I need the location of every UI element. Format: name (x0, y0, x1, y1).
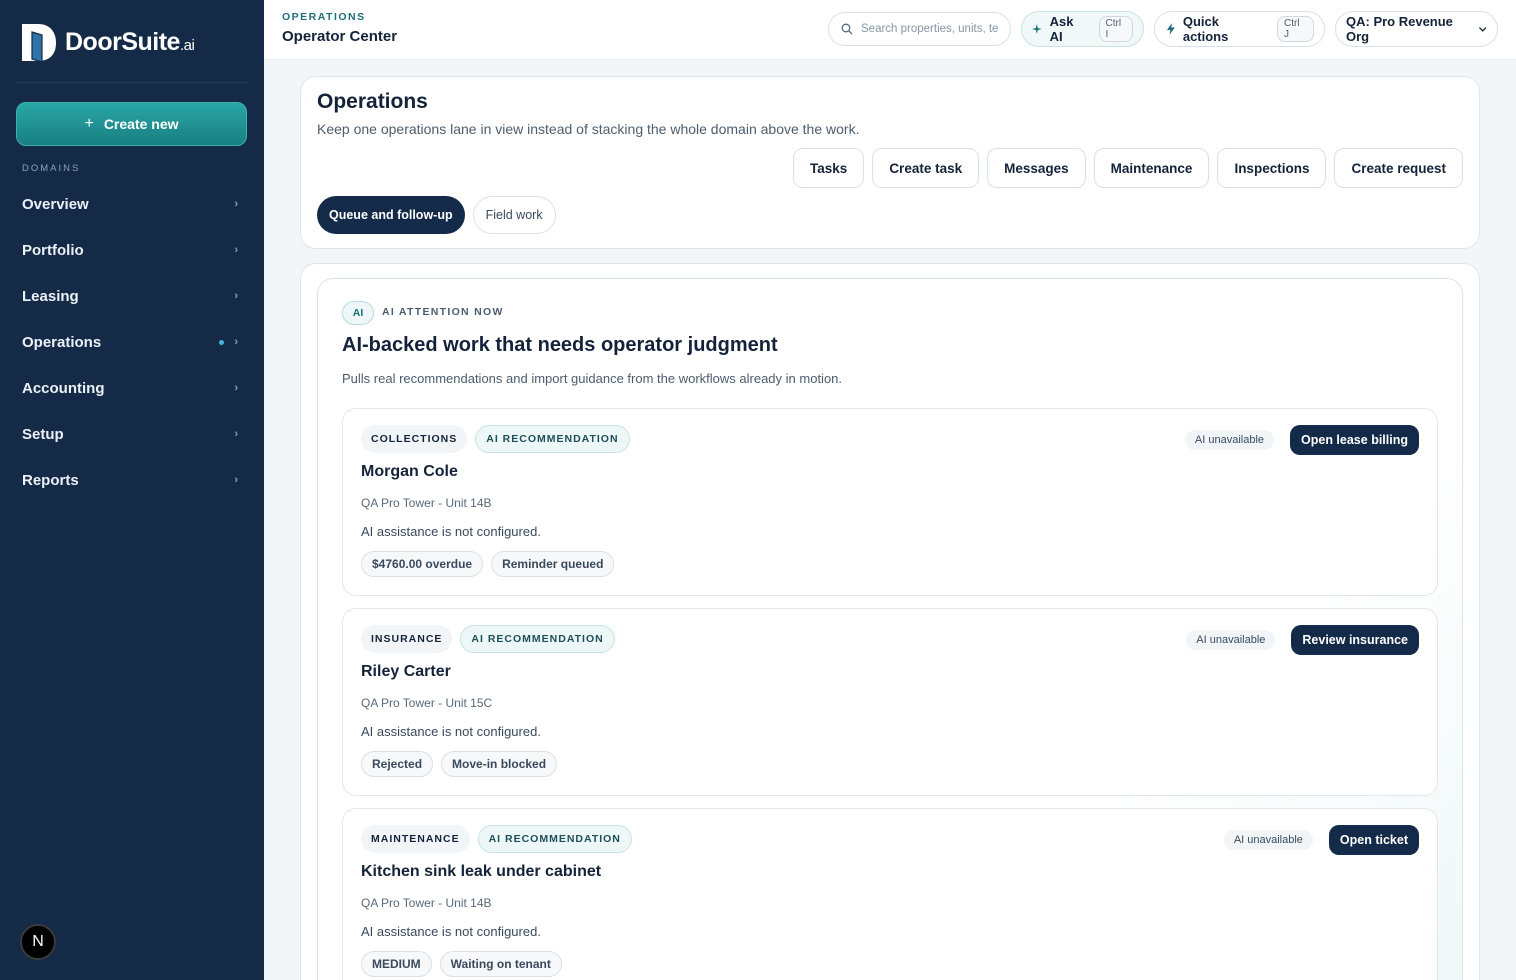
doorsuite-logo-icon (22, 24, 56, 62)
top-header: OPERATIONS Operator Center Ask AI Ctrl I… (264, 0, 1516, 60)
ai-recommendation-tag: AI RECOMMENDATION (477, 825, 632, 853)
ai-status-badge: AI unavailable (1223, 830, 1313, 850)
tasks-button[interactable]: Tasks (793, 148, 865, 188)
active-dot-icon (219, 339, 224, 345)
status-chip: Move-in blocked (441, 751, 558, 777)
operations-actions: Tasks Create task Messages Maintenance I… (793, 148, 1463, 188)
attention-card: AI AI ATTENTION NOW AI-backed work that … (317, 278, 1463, 980)
create-task-button[interactable]: Create task (872, 148, 980, 188)
sidebar-item-portfolio[interactable]: Portfolio › (0, 227, 264, 273)
create-request-button[interactable]: Create request (1334, 148, 1463, 188)
search-box[interactable] (828, 12, 1011, 46)
recommendation-note: AI assistance is not configured. (361, 924, 541, 939)
recommendation-location: QA Pro Tower - Unit 15C (361, 696, 493, 710)
status-chip: Waiting on tenant (439, 951, 562, 977)
attention-section: AI AI ATTENTION NOW AI-backed work that … (300, 263, 1480, 980)
search-input[interactable] (861, 23, 1001, 35)
search-icon (841, 23, 853, 35)
brand-name: DoorSuite.ai (65, 27, 195, 56)
review-insurance-button[interactable]: Review insurance (1291, 625, 1419, 655)
attention-kicker: AI ATTENTION NOW (382, 306, 504, 318)
ai-status-badge: AI unavailable (1184, 430, 1275, 450)
brand-logo[interactable]: DoorSuite.ai (20, 22, 195, 62)
chevron-right-icon: › (234, 382, 238, 394)
operations-title: Operations (317, 90, 428, 113)
domain-nav: Overview › Portfolio › Leasing › Operations… (0, 181, 264, 503)
chevron-right-icon: › (234, 474, 238, 486)
ai-recommendation-tag: AI RECOMMENDATION (475, 425, 630, 453)
recommendation-card: COLLECTIONS AI RECOMMENDATION Morgan Col… (342, 408, 1438, 596)
recommendation-card: MAINTENANCE AI RECOMMENDATION Kitchen si… (342, 808, 1438, 980)
lightning-icon (1166, 23, 1175, 35)
recommendation-title: Riley Carter (361, 663, 451, 680)
ai-recommendation-tag: AI RECOMMENDATION (460, 625, 615, 653)
lane-tabs: Queue and follow-up Field work (317, 196, 556, 234)
sidebar-item-overview[interactable]: Overview › (0, 181, 264, 227)
attention-subtitle: Pulls real recommendations and import gu… (342, 371, 843, 386)
ai-badge: AI (342, 301, 374, 325)
shortcut-hint: Ctrl J (1276, 16, 1314, 42)
recommendation-title: Morgan Cole (361, 463, 458, 480)
sidebar-item-accounting[interactable]: Accounting › (0, 365, 264, 411)
recommendation-location: QA Pro Tower - Unit 14B (361, 896, 492, 910)
domains-label: DOMAINS (22, 163, 81, 174)
page-title: Operator Center (282, 28, 398, 45)
dev-tools-badge[interactable]: N (20, 924, 56, 960)
messages-button[interactable]: Messages (987, 148, 1086, 188)
sidebar-item-setup[interactable]: Setup › (0, 411, 264, 457)
sidebar-divider (16, 82, 248, 83)
category-tag: MAINTENANCE (361, 825, 470, 853)
chevron-right-icon: › (234, 198, 238, 210)
sparkle-icon (1032, 24, 1042, 34)
org-switcher[interactable]: QA: Pro Revenue Org (1335, 11, 1498, 47)
operations-card: Operations Keep one operations lane in v… (300, 76, 1480, 249)
operations-subtitle: Keep one operations lane in view instead… (317, 121, 860, 137)
shortcut-hint: Ctrl I (1098, 16, 1133, 42)
tab-field-work[interactable]: Field work (472, 196, 556, 234)
sidebar-item-operations[interactable]: Operations › (0, 319, 264, 365)
priority-chip: MEDIUM (361, 951, 432, 977)
recommendation-note: AI assistance is not configured. (361, 724, 541, 739)
tab-queue-and-follow-up[interactable]: Queue and follow-up (317, 196, 465, 234)
ai-status-badge: AI unavailable (1186, 630, 1276, 650)
chevron-right-icon: › (234, 290, 238, 302)
chevron-right-icon: › (234, 244, 238, 256)
sidebar-item-leasing[interactable]: Leasing › (0, 273, 264, 319)
open-lease-billing-button[interactable]: Open lease billing (1290, 425, 1419, 455)
category-tag: INSURANCE (361, 625, 453, 653)
recommendation-note: AI assistance is not configured. (361, 524, 541, 539)
plus-icon: + (84, 115, 94, 132)
sidebar: DoorSuite.ai + Create new DOMAINS Overvi… (0, 0, 264, 980)
open-ticket-button[interactable]: Open ticket (1328, 825, 1419, 855)
recommendation-card: INSURANCE AI RECOMMENDATION Riley Carter… (342, 608, 1438, 796)
ask-ai-button[interactable]: Ask AI Ctrl I (1021, 11, 1144, 47)
recommendation-title: Kitchen sink leak under cabinet (361, 863, 602, 880)
status-chip: Reminder queued (491, 551, 615, 577)
maintenance-button[interactable]: Maintenance (1093, 148, 1210, 188)
chevron-right-icon: › (234, 428, 238, 440)
sidebar-item-reports[interactable]: Reports › (0, 457, 264, 503)
inspections-button[interactable]: Inspections (1217, 148, 1327, 188)
chevron-right-icon: › (234, 336, 238, 348)
create-new-button[interactable]: + Create new (16, 102, 247, 146)
recommendation-location: QA Pro Tower - Unit 14B (361, 496, 492, 510)
status-chip: $4760.00 overdue (361, 551, 484, 577)
chevron-down-icon (1478, 27, 1487, 32)
header-kicker: OPERATIONS (282, 11, 366, 23)
category-tag: COLLECTIONS (361, 425, 468, 453)
attention-title: AI-backed work that needs operator judgm… (342, 334, 778, 356)
status-chip: Rejected (361, 751, 434, 777)
quick-actions-button[interactable]: Quick actions Ctrl J (1154, 11, 1325, 47)
